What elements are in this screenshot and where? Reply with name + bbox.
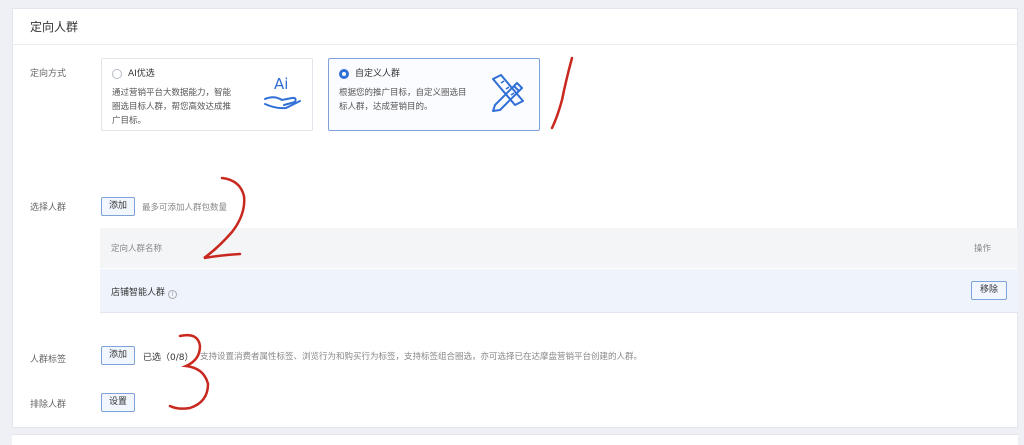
option-custom-title: 自定义人群 [355, 69, 401, 79]
option-ai-card[interactable]: AI优选 通过营销平台大数据能力，智能 圈选目标人群，帮您高效达成推 广目标。 … [101, 58, 313, 131]
option-custom-desc-line: 标人群，达成营销目的。 [339, 102, 433, 112]
crowd-name: 店铺智能人群 [111, 288, 166, 298]
crowd-hint: 最多可添加人群包数量 [142, 203, 228, 213]
next-panel-edge [12, 434, 1018, 445]
option-custom-desc-line: 根据您的推广目标，自定义圈选目 [339, 88, 467, 98]
crowd-table-header: 定向人群名称 操作 [100, 228, 1018, 268]
section-title: 定向人群 [13, 9, 1017, 45]
set-exclude-button[interactable]: 设置 [101, 393, 135, 412]
exclude-label: 排除人群 [30, 400, 67, 410]
tag-description: 支持设置消费者属性标签、浏览行为和购买行为标签，支持标签组合圈选，亦可选择已在达… [200, 352, 643, 362]
crowd-label: 选择人群 [30, 203, 67, 213]
table-row: 店铺智能人群 i 移除 [100, 269, 1018, 313]
remove-button[interactable]: 移除 [971, 281, 1007, 300]
option-ai-desc-line: 圈选目标人群，帮您高效达成推 [112, 102, 232, 112]
crowd-name-cell: 店铺智能人群 i [111, 285, 178, 299]
column-header-action: 操作 [974, 244, 992, 254]
targeting-method-label: 定向方式 [30, 69, 67, 79]
option-custom-radio[interactable] [339, 69, 349, 79]
ai-hand-icon: Ai [264, 75, 301, 110]
add-crowd-button[interactable]: 添加 [101, 197, 135, 216]
option-custom-desc: 根据您的推广目标，自定义圈选目 标人群，达成营销目的。 [339, 86, 467, 114]
option-ai-desc: 通过营销平台大数据能力，智能 圈选目标人群，帮您高效达成推 广目标。 [112, 86, 231, 128]
pencil-ruler-icon [492, 74, 524, 112]
option-ai-radio[interactable] [112, 69, 122, 79]
option-ai-title: AI优选 [128, 69, 155, 79]
tag-label: 人群标签 [30, 355, 67, 365]
add-tag-button[interactable]: 添加 [101, 346, 135, 365]
option-ai-desc-line: 通过营销平台大数据能力，智能 [112, 88, 232, 98]
selected-count: 已选（0/8） [143, 353, 194, 363]
option-ai-desc-line: 广目标。 [112, 116, 147, 126]
info-icon[interactable]: i [168, 290, 178, 299]
svg-text:Ai: Ai [274, 75, 288, 93]
option-custom-card[interactable]: 自定义人群 根据您的推广目标，自定义圈选目 标人群，达成营销目的。 [328, 58, 540, 131]
column-header-name: 定向人群名称 [111, 244, 163, 254]
